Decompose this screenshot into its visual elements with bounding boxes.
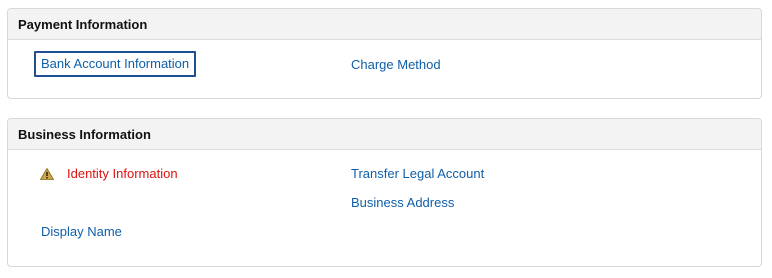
identity-information-link[interactable]: Identity Information <box>67 166 178 182</box>
charge-method-link[interactable]: Charge Method <box>351 57 441 73</box>
business-address-link[interactable]: Business Address <box>351 195 454 211</box>
display-name-link[interactable]: Display Name <box>41 224 122 240</box>
payment-information-panel: Payment Information Bank Account Informa… <box>7 8 762 99</box>
bank-account-information-link[interactable]: Bank Account Information <box>34 51 197 77</box>
business-information-panel: Business Information Identity Informatio… <box>7 118 762 267</box>
transfer-legal-account-link[interactable]: Transfer Legal Account <box>351 166 484 182</box>
business-information-header: Business Information <box>8 119 761 150</box>
warning-icon <box>39 167 55 180</box>
payment-information-header: Payment Information <box>8 9 761 40</box>
